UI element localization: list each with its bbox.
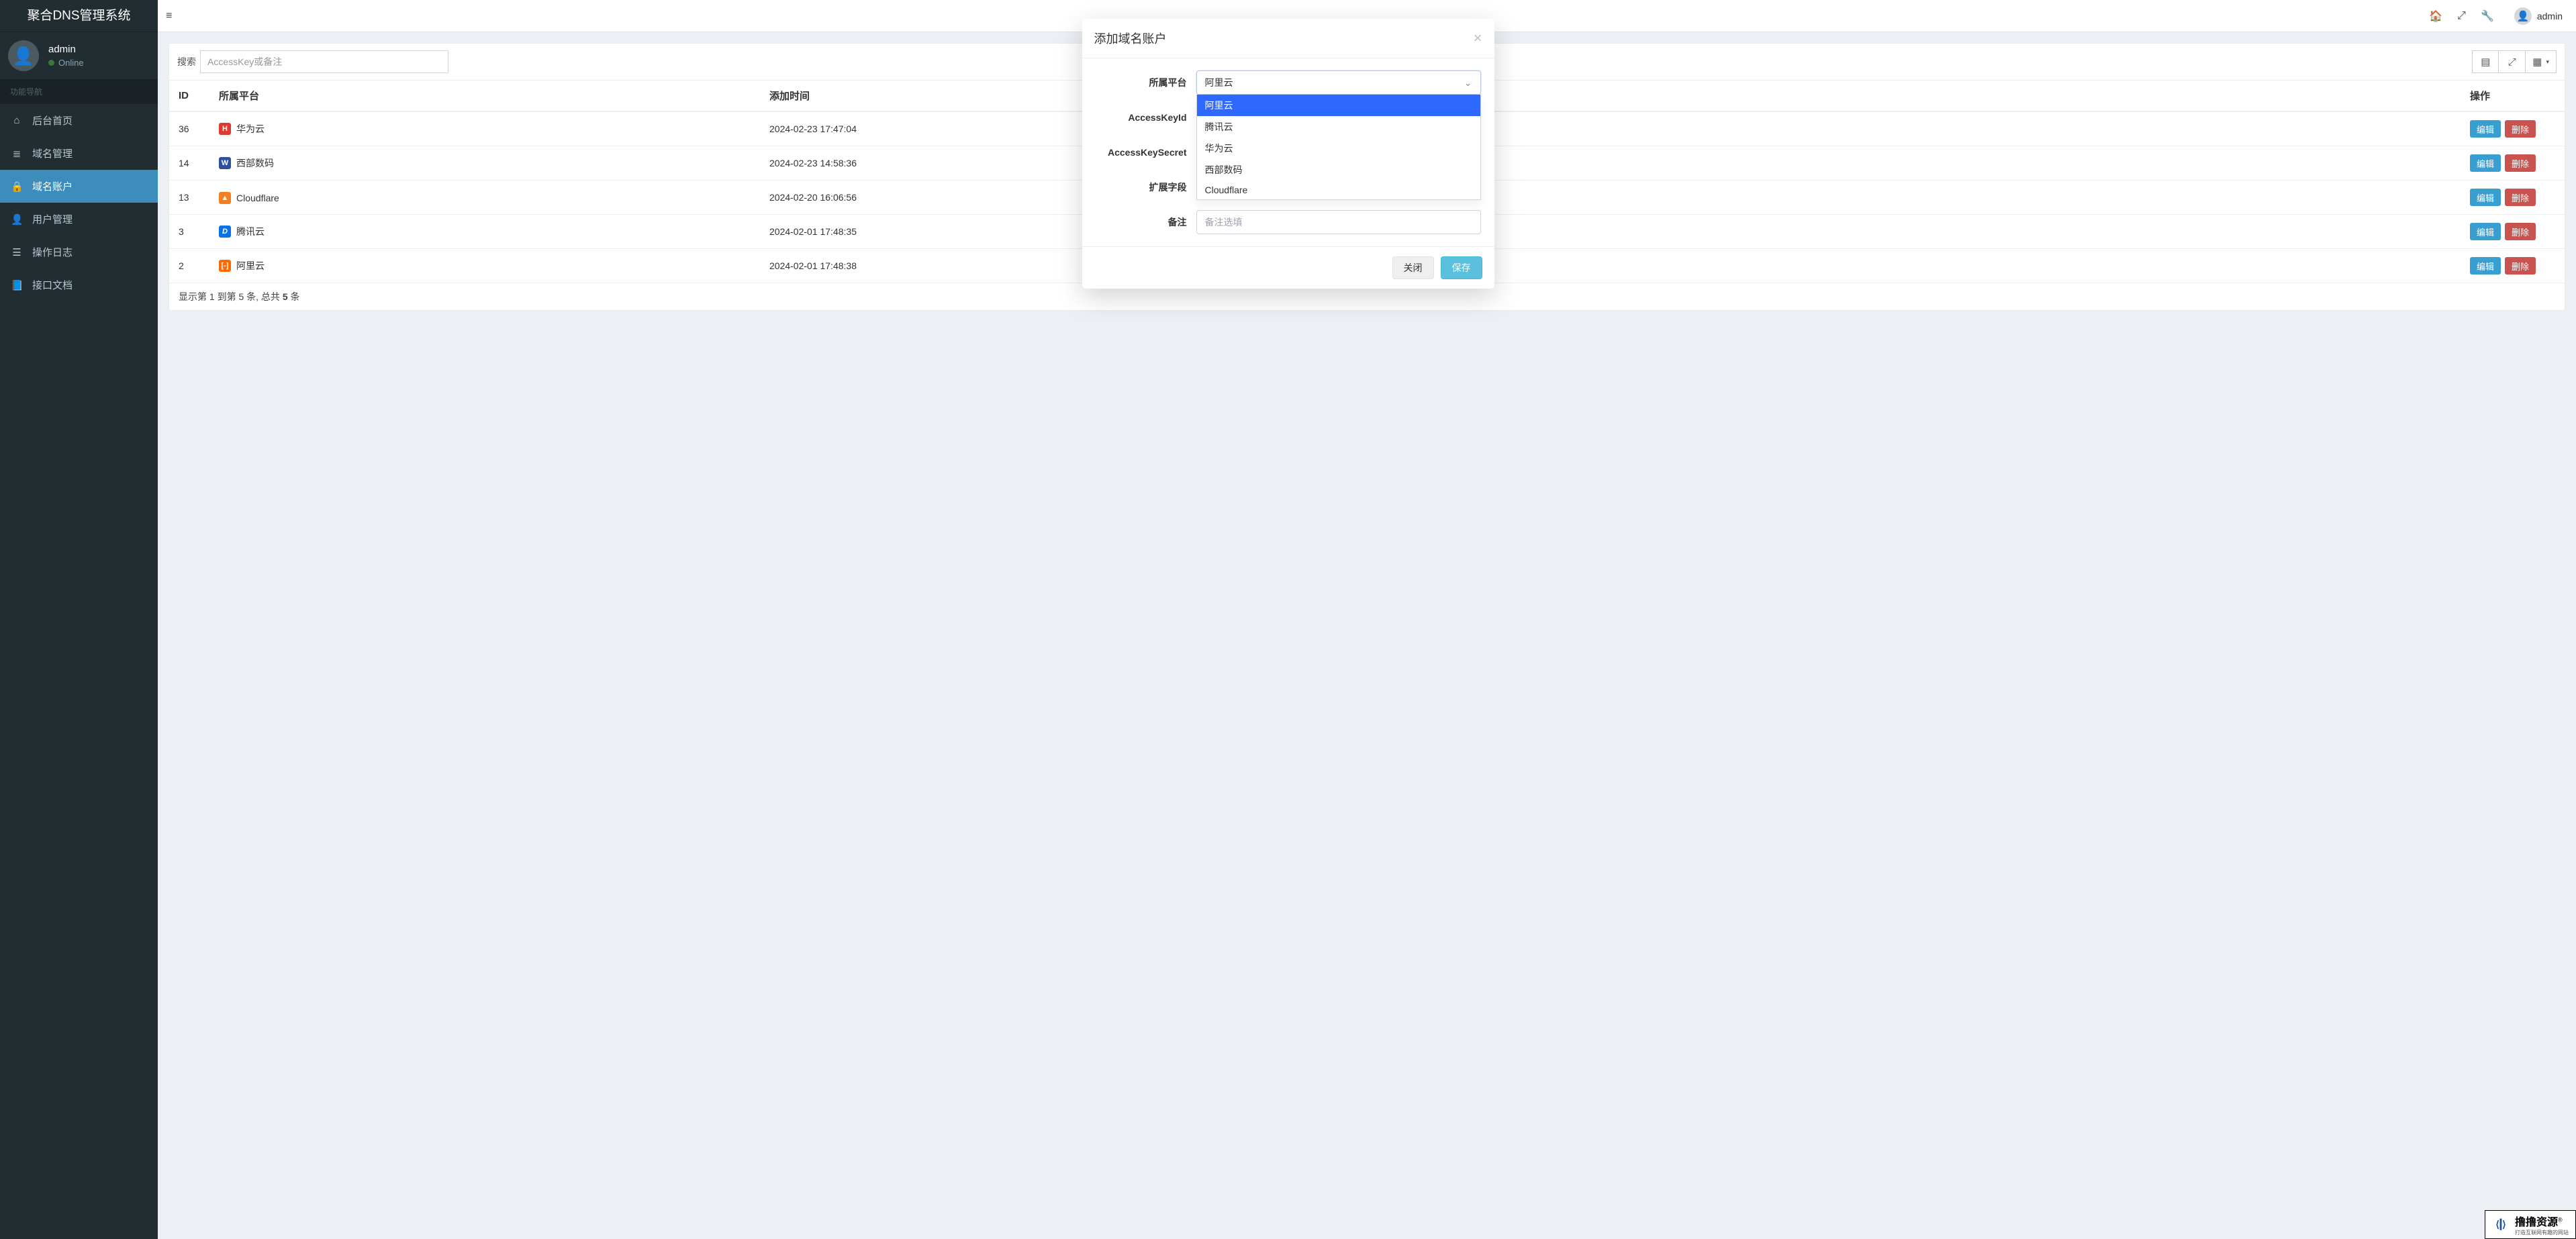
platform-option[interactable]: Cloudflare	[1197, 181, 1480, 199]
remark-input[interactable]	[1196, 210, 1481, 234]
chevron-down-icon: ⌄	[1464, 77, 1472, 89]
close-button[interactable]: 关闭	[1392, 256, 1434, 279]
modal-title: 添加域名账户	[1094, 30, 1167, 47]
platform-option[interactable]: 西部数码	[1197, 159, 1480, 181]
watermark-sub: 打造互联网有趣的网站	[2515, 1229, 2569, 1236]
label-remark: 备注	[1096, 215, 1196, 229]
label-platform: 所属平台	[1096, 76, 1196, 89]
watermark-logo-icon: ⟨┃⟩	[2491, 1218, 2510, 1232]
label-aksecret: AccessKeySecret	[1096, 147, 1196, 158]
save-button[interactable]: 保存	[1441, 256, 1482, 279]
platform-selected: 阿里云	[1205, 76, 1233, 89]
close-icon[interactable]: ×	[1474, 31, 1482, 46]
label-akid: AccessKeyId	[1096, 112, 1196, 123]
platform-option[interactable]: 华为云	[1197, 138, 1480, 159]
platform-dropdown: 阿里云腾讯云华为云西部数码Cloudflare	[1196, 95, 1481, 200]
watermark: ⟨┃⟩ 撸撸资源® 打造互联网有趣的网站	[2485, 1210, 2576, 1239]
add-account-modal: 添加域名账户 × 所属平台 阿里云 ⌄ 阿里云腾讯云华为云西部数码Cloudfl…	[1082, 19, 1494, 289]
label-ext: 扩展字段	[1096, 181, 1196, 194]
watermark-title: 撸撸资源	[2515, 1217, 2558, 1228]
platform-select[interactable]: 阿里云 ⌄	[1196, 70, 1481, 95]
platform-option[interactable]: 腾讯云	[1197, 116, 1480, 138]
platform-option[interactable]: 阿里云	[1197, 95, 1480, 116]
